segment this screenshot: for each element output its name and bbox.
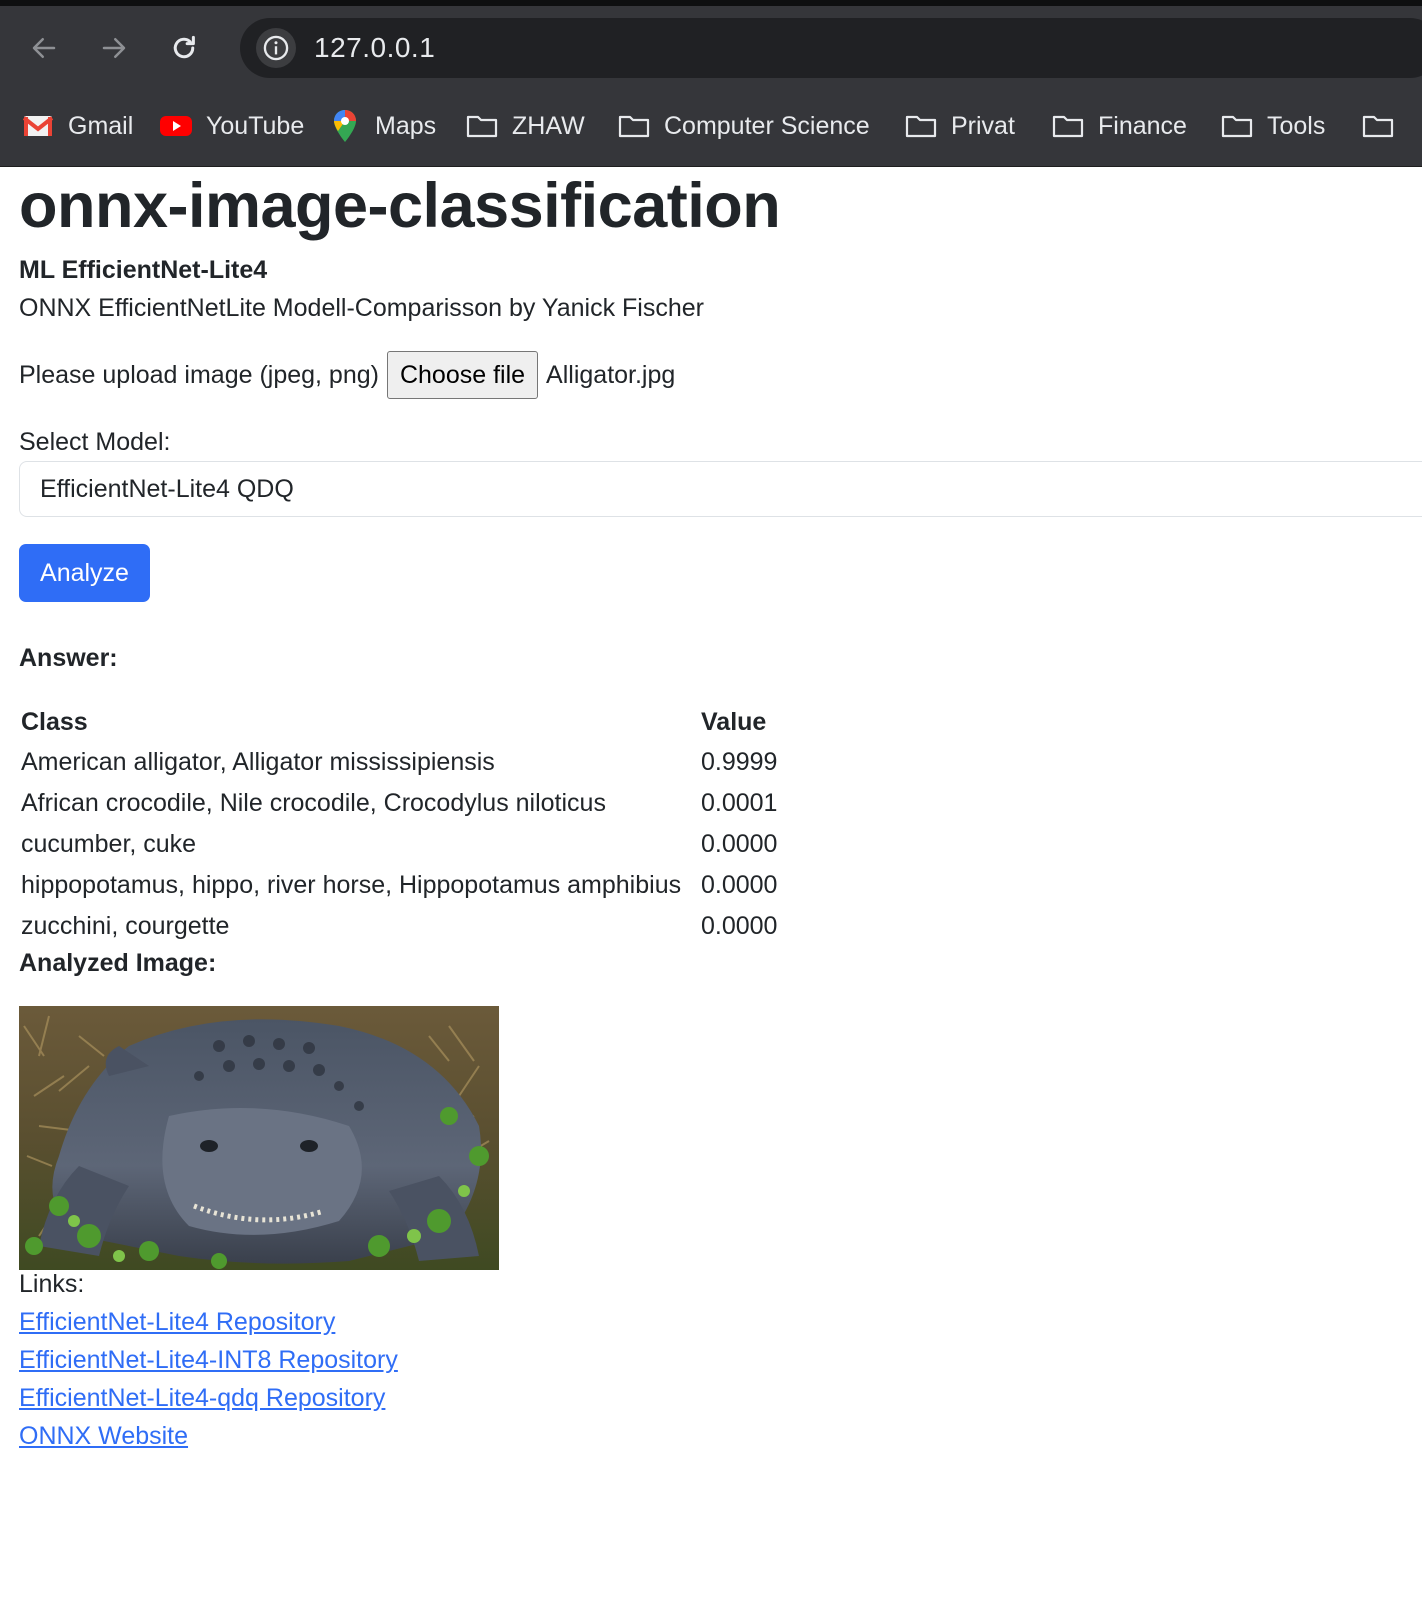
folder-icon <box>905 110 937 142</box>
class-cell: cucumber, cuke <box>21 830 197 858</box>
bookmark-overflow[interactable] <box>1362 106 1408 146</box>
bookmark-gmail[interactable]: Gmail <box>22 106 133 146</box>
gmail-icon <box>22 110 54 142</box>
value-cell: 0.0001 <box>701 789 778 817</box>
page-subtitle-strong: ML EfficientNet-Lite4 <box>19 256 268 284</box>
bookmark-privat[interactable]: Privat <box>905 106 1015 146</box>
bookmark-finance[interactable]: Finance <box>1052 106 1187 146</box>
maps-icon <box>329 110 361 142</box>
class-cell: hippopotamus, hippo, river horse, Hippop… <box>21 871 682 899</box>
folder-icon <box>466 110 498 142</box>
youtube-icon <box>160 110 192 142</box>
class-cell: American alligator, Alligator mississipi… <box>21 748 495 776</box>
model-select[interactable]: EfficientNet-Lite4 QDQ <box>19 461 1422 517</box>
arrow-left-icon <box>32 38 56 58</box>
link-efficientnet-lite4-repo[interactable]: EfficientNet-Lite4 Repository <box>19 1308 335 1337</box>
folder-icon <box>1052 110 1084 142</box>
answer-label: Answer: <box>19 644 118 672</box>
upload-row: Please upload image (jpeg, png) Choose f… <box>19 351 675 399</box>
table-row: hippopotamus, hippo, river horse, Hippop… <box>19 865 779 906</box>
value-cell: 0.0000 <box>701 912 778 940</box>
class-cell: African crocodile, Nile crocodile, Croco… <box>21 789 606 817</box>
bookmark-label: ZHAW <box>512 111 585 140</box>
bookmark-label: Tools <box>1267 111 1326 140</box>
analyzed-image <box>19 1006 499 1270</box>
bookmark-tools[interactable]: Tools <box>1221 106 1325 146</box>
value-cell: 0.0000 <box>701 830 778 858</box>
reload-icon <box>173 35 195 59</box>
link-efficientnet-lite4-qdq-repo[interactable]: EfficientNet-Lite4-qdq Repository <box>19 1384 385 1413</box>
results-table: Class Value American alligator, Alligato… <box>19 702 779 947</box>
bookmarks-bar: Gmail YouTube Maps ZHAW Computer Science… <box>0 86 1422 167</box>
column-header-value: Value <box>701 707 767 736</box>
choose-file-button[interactable]: Choose file <box>386 351 539 399</box>
bookmark-zhaw[interactable]: ZHAW <box>466 106 585 146</box>
bookmark-computer-science[interactable]: Computer Science <box>618 106 870 146</box>
bookmark-label: Maps <box>375 111 437 140</box>
reload-button[interactable] <box>164 28 204 68</box>
address-bar[interactable]: 127.0.0.1 <box>240 18 1422 78</box>
bookmark-label: YouTube <box>206 111 305 140</box>
links-label: Links: <box>19 1270 85 1298</box>
table-row: American alligator, Alligator mississipi… <box>19 742 779 783</box>
url-text: 127.0.0.1 <box>314 32 436 63</box>
chosen-file-name: Alligator.jpg <box>546 360 676 389</box>
arrow-right-icon <box>102 38 126 58</box>
bookmark-label: Privat <box>951 111 1015 140</box>
info-icon <box>263 35 289 61</box>
model-select-value: EfficientNet-Lite4 QDQ <box>40 474 294 503</box>
select-model-label: Select Model: <box>19 428 171 456</box>
bookmark-maps[interactable]: Maps <box>329 106 436 146</box>
link-efficientnet-lite4-int8-repo[interactable]: EfficientNet-Lite4-INT8 Repository <box>19 1346 398 1375</box>
page-subtitle: ONNX EfficientNetLite Modell-Comparisson… <box>19 294 704 322</box>
browser-toolbar: 127.0.0.1 <box>0 6 1422 86</box>
value-cell: 0.9999 <box>701 748 778 776</box>
folder-icon <box>1221 110 1253 142</box>
back-button[interactable] <box>24 28 64 68</box>
table-header-row: Class Value <box>19 702 779 742</box>
analyzed-image-label: Analyzed Image: <box>19 949 217 977</box>
bookmark-label: Computer Science <box>664 111 870 140</box>
page-title: onnx-image-classification <box>19 171 781 241</box>
bookmark-label: Gmail <box>68 111 134 140</box>
table-row: African crocodile, Nile crocodile, Croco… <box>19 783 779 824</box>
column-header-class: Class <box>21 707 88 736</box>
site-info-button[interactable] <box>256 28 296 68</box>
upload-label: Please upload image (jpeg, png) <box>19 360 379 389</box>
analyze-button[interactable]: Analyze <box>19 544 150 602</box>
folder-icon <box>1362 110 1394 142</box>
forward-button[interactable] <box>94 28 134 68</box>
bookmark-label: Finance <box>1098 111 1187 140</box>
bookmark-youtube[interactable]: YouTube <box>160 106 304 146</box>
link-onnx-website[interactable]: ONNX Website <box>19 1422 188 1451</box>
class-cell: zucchini, courgette <box>21 912 230 940</box>
table-row: cucumber, cuke 0.0000 <box>19 824 779 865</box>
value-cell: 0.0000 <box>701 871 778 899</box>
table-row: zucchini, courgette 0.0000 <box>19 906 779 947</box>
folder-icon <box>618 110 650 142</box>
